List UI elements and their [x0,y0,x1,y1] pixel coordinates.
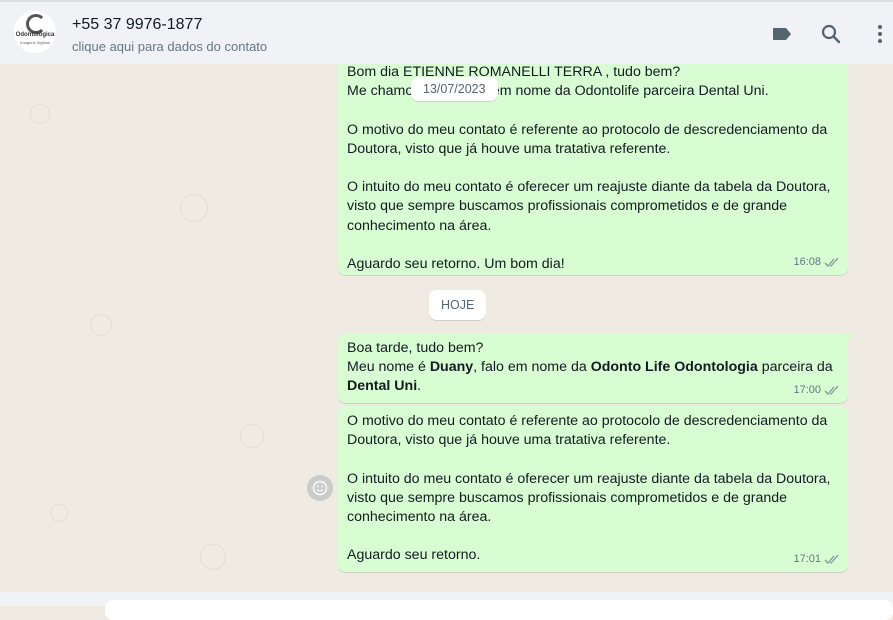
message-text: O intuito do meu contato é oferecer um r… [347,470,831,487]
smiley-icon [312,480,328,496]
avatar-logo-text: Odontológica [15,32,55,38]
date-divider: 13/07/2023 [411,77,498,101]
message-text: O intuito do meu contato é oferecer um r… [347,179,831,196]
contact-info-hint[interactable]: clique aqui para dados do contato [72,39,267,54]
bold-partner: Dental Uni [347,378,418,395]
wallpaper-doodle [90,314,112,336]
double-check-icon [824,554,839,564]
message-text: Aguardo seu retorno. Um bom dia! [347,255,565,272]
message-text: Meu nome é Duany, falo em nome da Odonto… [347,358,839,377]
message-text: conhecimento na área. [347,217,492,234]
bold-company: Odonto Life Odontologia [590,359,758,376]
message-text-fragment: , falo em nome da [473,359,591,376]
message-input[interactable] [105,600,893,620]
message-meta: 16:08 [793,253,840,272]
message-text-fragment: . [417,378,422,395]
message-meta: 17:00 [793,381,840,400]
more-vertical-icon[interactable] [868,22,892,46]
message-text: O motivo do meu contato é referente ao p… [347,413,828,429]
wallpaper-doodle [180,194,208,222]
message-time: 17:00 [793,383,821,396]
double-check-icon [824,257,839,267]
search-icon[interactable] [819,22,843,46]
avatar-logo-subtext: Imagens Digitais [20,40,50,45]
emoji-reaction-button[interactable] [307,475,333,501]
message-meta: 17:01 [793,550,840,569]
wallpaper-doodle [30,104,50,124]
wallpaper-doodle [50,504,68,522]
compose-footer [0,592,893,620]
message-text: Aguardo seu retorno. [347,547,481,564]
message-text: Boa tarde, tudo bem? [347,340,484,356]
wallpaper-doodle [240,424,264,448]
outgoing-message[interactable]: Boa tarde, tudo bem? Meu nome é Duany, f… [338,333,854,403]
date-divider-today: HOJE [429,290,487,320]
message-text: visto que sempre buscamos profissionais … [347,198,788,215]
message-text: Doutora, visto que já houve uma tratativ… [347,432,671,449]
contact-avatar[interactable]: Odontológica Imagens Digitais [14,11,56,53]
double-check-icon [824,385,839,395]
message-text-fragment: parceira da [757,359,833,376]
message-text: Doutora, visto que já houve uma tratativ… [347,140,671,157]
outgoing-message[interactable]: O motivo do meu contato é referente ao p… [338,406,848,572]
message-time: 16:08 [793,255,821,268]
message-text: conhecimento na área. [347,509,492,525]
message-text: visto que sempre buscamos profissionais … [347,489,788,506]
bold-name: Duany [429,359,474,376]
wallpaper-doodle [200,544,226,570]
message-time: 17:01 [793,552,821,565]
bubble-tail [846,333,854,343]
contact-name[interactable]: +55 37 9976-1877 [72,16,202,34]
message-text-fragment: Meu nome é [347,359,430,376]
message-text: O motivo do meu contato é referente ao p… [347,121,828,138]
message-text: Dental Uni. [347,377,839,396]
logo-icon [26,14,46,34]
chat-panel: Bom dia ETIENNE ROMANELLI TERRA , tudo b… [0,64,893,592]
label-icon[interactable] [770,22,794,46]
chat-header: Odontológica Imagens Digitais +55 37 997… [0,0,893,64]
